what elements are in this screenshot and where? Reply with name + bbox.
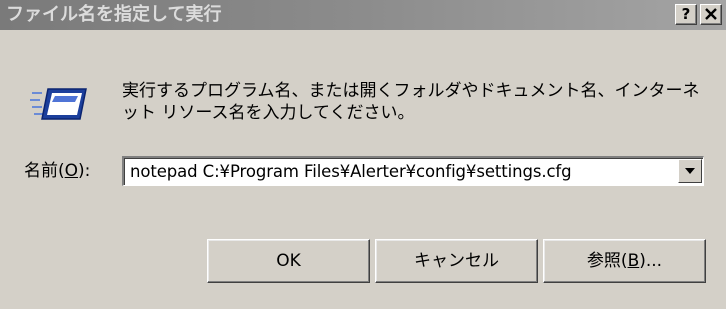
close-button[interactable] [700,4,722,25]
browse-label-accelerator: B [627,251,640,271]
run-command-combobox[interactable]: notepad C:¥Program Files¥Alerter¥config¥… [122,156,704,186]
name-field-label: 名前(O): [24,160,90,182]
window-title: ファイル名を指定して実行 [6,4,222,25]
ok-button[interactable]: OK [207,239,370,283]
run-dialog: ファイル名を指定して実行 ? 実行するプログラム名、または開くフォルダやドキュメ… [0,0,726,309]
run-command-input[interactable]: notepad C:¥Program Files¥Alerter¥config¥… [130,161,572,183]
browse-label-suffix: )... [639,251,663,271]
title-bar[interactable]: ファイル名を指定して実行 ? [0,0,726,30]
chevron-down-icon [685,168,695,174]
description-text: 実行するプログラム名、または開くフォルダやドキュメント名、インターネ ット リソ… [122,80,722,124]
name-label-suffix: ): [78,161,91,181]
dropdown-button[interactable] [678,159,702,183]
cancel-button[interactable]: キャンセル [375,239,538,283]
browse-label-prefix: 参照( [586,251,628,271]
description-line-2: ット リソース名を入力してください。 [122,103,415,123]
help-button[interactable]: ? [675,4,697,25]
name-label-prefix: 名前( [24,161,65,181]
name-label-accelerator: O [64,161,79,181]
run-dialog-icon [30,88,87,120]
description-line-1: 実行するプログラム名、または開くフォルダやドキュメント名、インターネ [122,81,700,101]
browse-button[interactable]: 参照(B)... [543,239,706,283]
close-icon [705,8,717,20]
